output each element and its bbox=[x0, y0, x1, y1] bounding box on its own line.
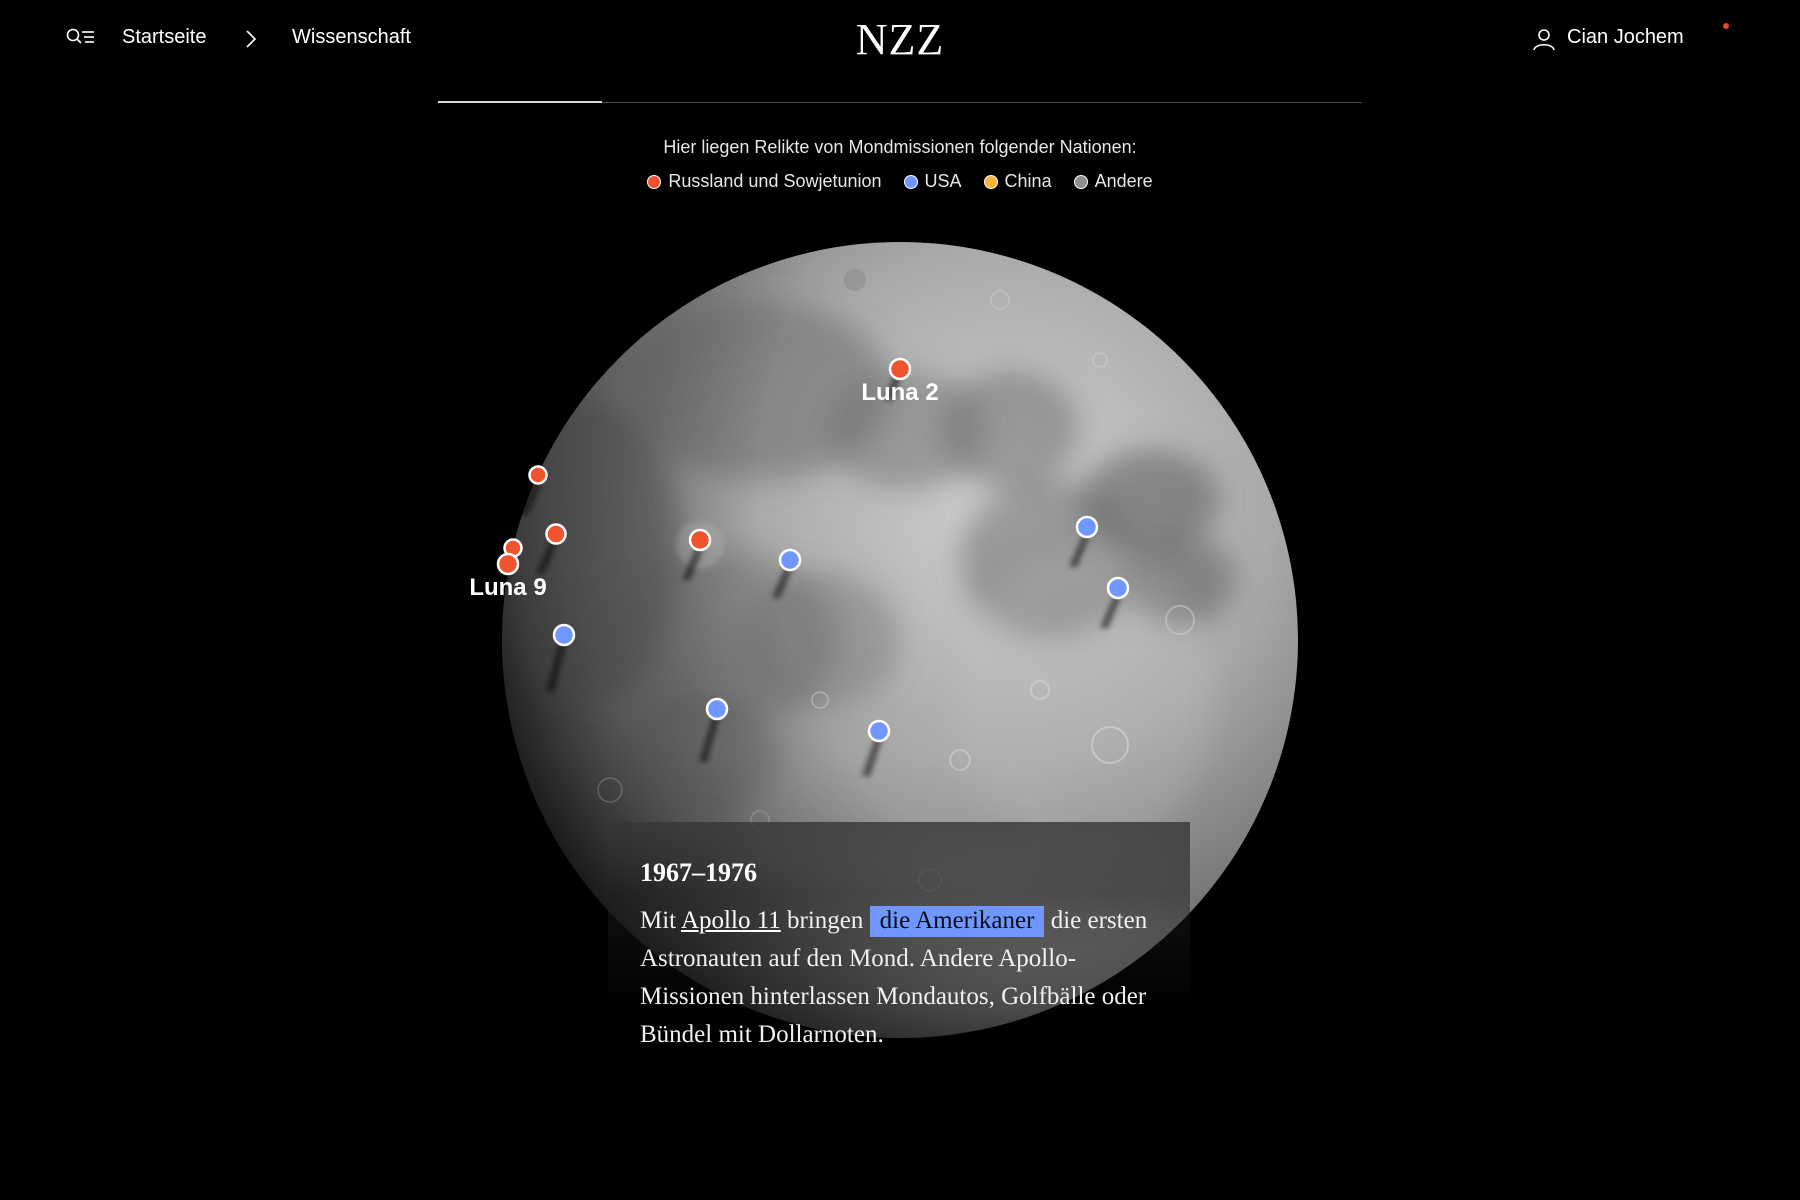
landing-site-usa-b[interactable] bbox=[1075, 515, 1099, 539]
landing-site-luna-2[interactable] bbox=[888, 357, 912, 381]
landing-site-usa-a[interactable] bbox=[778, 548, 802, 572]
americans-highlight[interactable]: die Amerikaner bbox=[869, 906, 1045, 937]
landing-site-luna-9[interactable] bbox=[496, 552, 520, 576]
story-text-middle: bringen bbox=[780, 907, 870, 934]
landing-site-russia-b[interactable] bbox=[545, 523, 567, 545]
landing-site-usa-f[interactable] bbox=[867, 719, 891, 743]
apollo-11-link[interactable]: Apollo 11 bbox=[681, 907, 781, 934]
landing-site-usa-e[interactable] bbox=[705, 697, 729, 721]
label-luna-9: Luna 9 bbox=[469, 574, 546, 601]
story-date: 1967–1976 bbox=[640, 858, 757, 887]
story-text: Mit Apollo 11 bringen die Amerikaner die… bbox=[640, 902, 1160, 1054]
landing-site-russia-a[interactable] bbox=[528, 465, 548, 485]
landing-site-russia-d[interactable] bbox=[688, 528, 712, 552]
story-text-start: Mit bbox=[640, 907, 681, 934]
landing-site-usa-c[interactable] bbox=[1106, 576, 1130, 600]
story-card: 1967–1976 Mit Apollo 11 bringen die Amer… bbox=[608, 822, 1190, 1062]
landing-site-usa-d[interactable] bbox=[552, 623, 576, 647]
label-luna-2: Luna 2 bbox=[861, 379, 938, 406]
